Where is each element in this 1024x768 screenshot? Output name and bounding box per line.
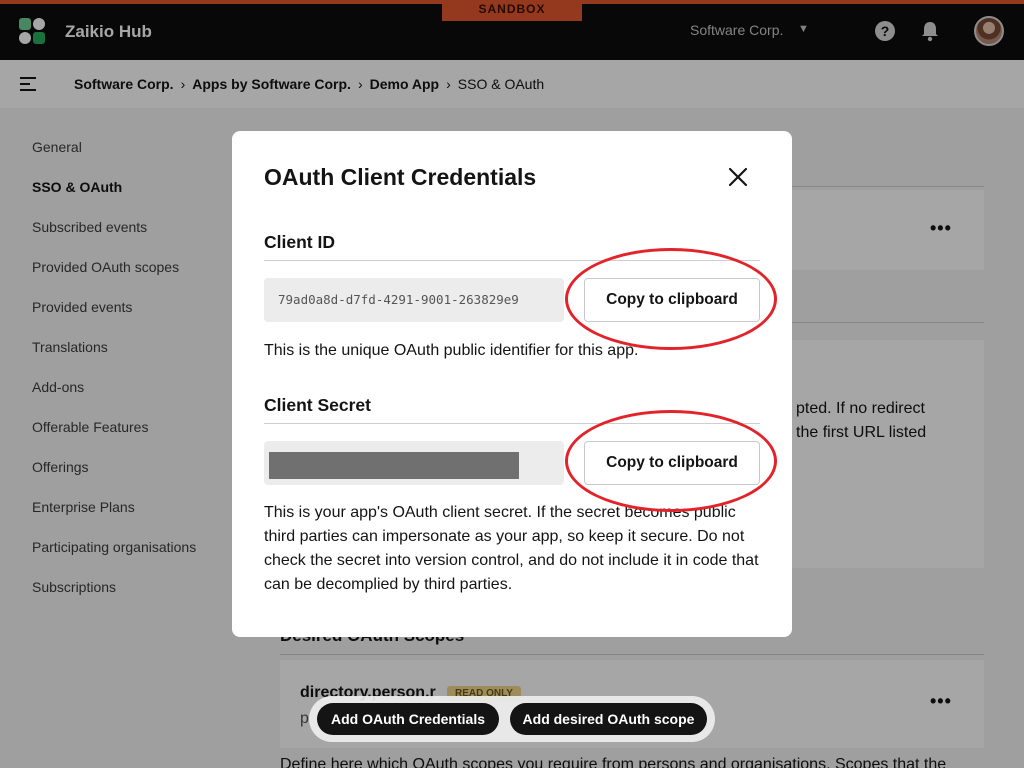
annotation-highlight [565, 248, 777, 350]
client-secret-field[interactable] [264, 441, 564, 485]
close-icon[interactable] [726, 165, 750, 189]
client-id-label: Client ID [264, 232, 335, 252]
client-secret-label: Client Secret [264, 395, 371, 415]
client-id-field[interactable]: 79ad0a8d-d7fd-4291-9001-263829e9 [264, 278, 564, 322]
modal-title: OAuth Client Credentials [264, 164, 537, 190]
client-id-value[interactable]: 79ad0a8d-d7fd-4291-9001-263829e9 [278, 292, 519, 307]
add-desired-oauth-scope-button[interactable]: Add desired OAuth scope [510, 703, 707, 735]
redacted-secret [269, 452, 519, 479]
annotation-highlight [565, 410, 777, 512]
oauth-credentials-modal: OAuth Client Credentials Client ID 79ad0… [232, 131, 792, 637]
add-oauth-credentials-button[interactable]: Add OAuth Credentials [317, 703, 499, 735]
client-secret-help-text: This is your app's OAuth client secret. … [264, 504, 759, 593]
